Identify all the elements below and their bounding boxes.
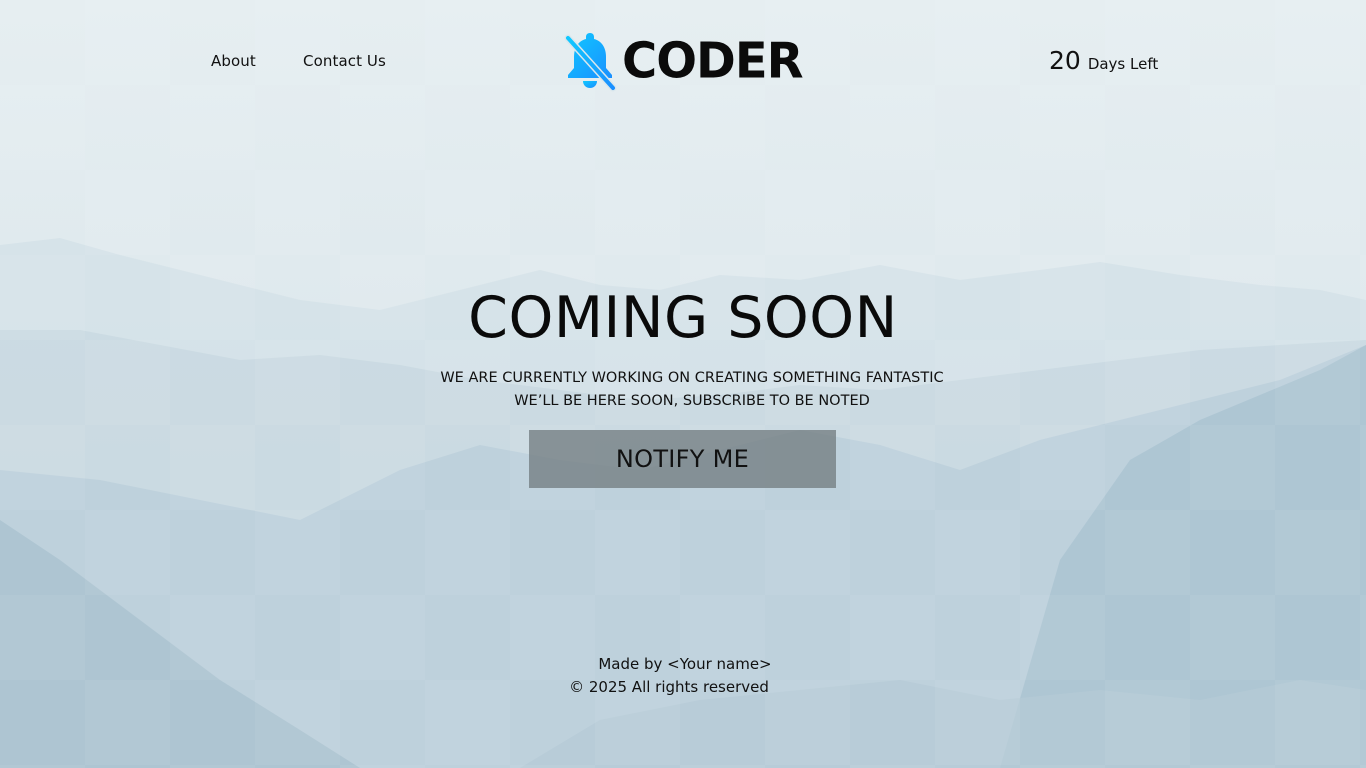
days-left-counter: 20 Days Left bbox=[1049, 46, 1158, 75]
made-by-text: Made by <Your name> bbox=[598, 655, 772, 673]
logo[interactable]: CODER bbox=[563, 30, 804, 92]
bell-slash-icon bbox=[564, 33, 617, 92]
notify-me-button[interactable]: NOTIFY ME bbox=[529, 430, 836, 488]
coming-soon-page: About Contact Us CODER 20 Days Left COMI… bbox=[0, 0, 1366, 768]
copyright-text: © 2025 All rights reserved bbox=[569, 678, 769, 696]
logo-text: CODER bbox=[622, 32, 804, 90]
days-left-number: 20 bbox=[1049, 46, 1081, 75]
nav-about-link[interactable]: About bbox=[211, 52, 256, 70]
subtitle-line-2: WE’LL BE HERE SOON, SUBSCRIBE TO BE NOTE… bbox=[514, 393, 870, 409]
days-left-label: Days Left bbox=[1087, 55, 1159, 73]
page-title: COMING SOON bbox=[468, 285, 898, 351]
subtitle-line-1: WE ARE CURRENTLY WORKING ON CREATING SOM… bbox=[440, 370, 944, 386]
nav-contact-link[interactable]: Contact Us bbox=[303, 52, 386, 70]
